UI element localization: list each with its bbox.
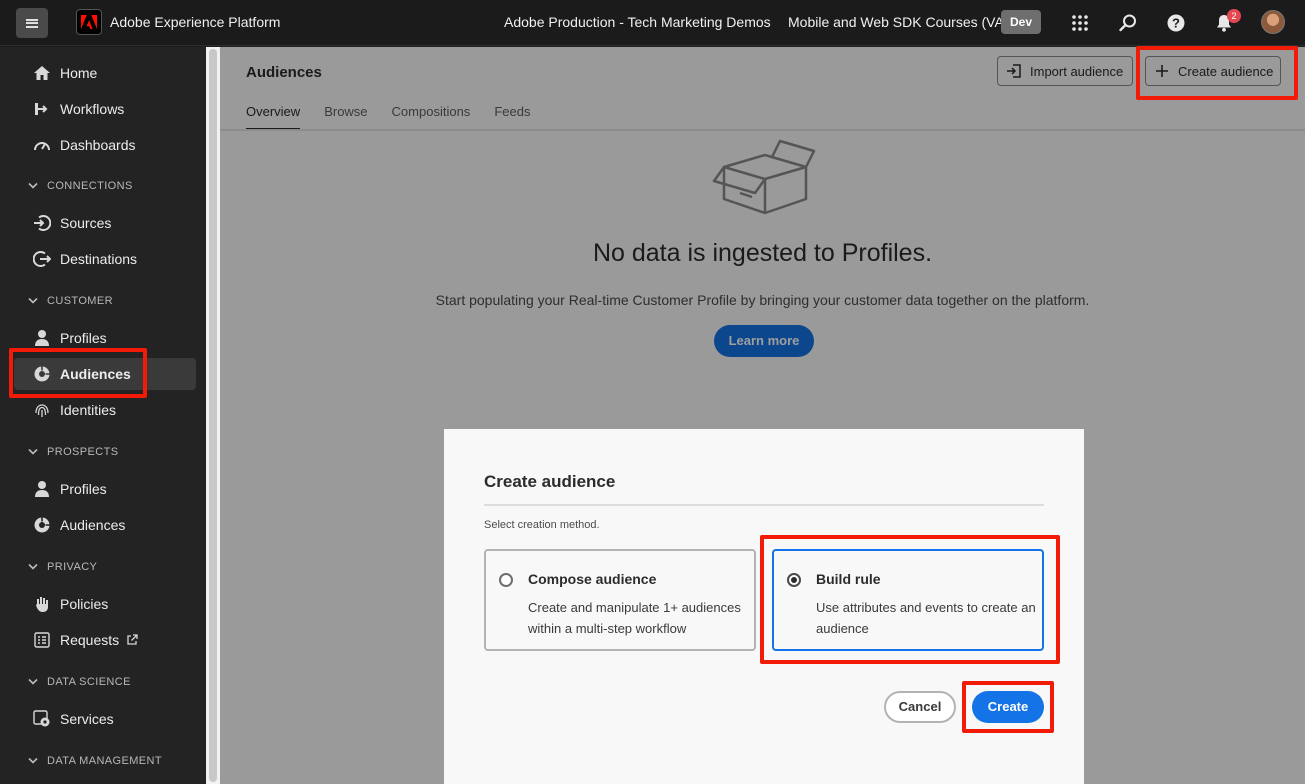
chevron-down-icon [28,563,38,570]
apps-grid-icon[interactable] [1069,12,1091,34]
user-avatar[interactable] [1261,10,1285,34]
notification-count-badge: 2 [1227,9,1241,23]
sources-icon [32,213,52,233]
option-description: Create and manipulate 1+ audiences withi… [528,600,741,636]
help-icon[interactable]: ? [1165,12,1187,34]
option-title: Build rule [816,571,881,587]
sidebar-item-label: Requests [60,632,120,648]
option-description: Use attributes and events to create an a… [816,600,1036,636]
sidebar-item-label: Services [60,711,114,727]
sidebar-item-identities[interactable]: Identities [14,394,196,426]
sidebar-item-label: Destinations [60,251,138,267]
chevron-down-icon [28,448,38,455]
section-customer[interactable]: CUSTOMER [26,295,113,307]
sidebar-item-audiences[interactable]: Audiences [14,358,196,390]
chevron-down-icon [28,182,38,189]
dialog-title: Create audience [484,472,616,491]
audiences-icon [32,515,52,535]
sidebar-item-label: Policies [60,596,109,612]
section-label: DATA MANAGEMENT [47,755,162,767]
hamburger-icon [26,18,38,28]
sidebar-item-profiles[interactable]: Profiles [14,322,196,354]
sidebar-item-prospect-audiences[interactable]: Audiences [14,509,196,541]
fingerprint-icon [32,400,52,420]
sidebar-item-prospect-profiles[interactable]: Profiles [14,473,196,505]
sidebar-item-workflows[interactable]: Workflows [14,93,196,125]
sidebar-item-label: Home [60,65,98,81]
sidebar-scrollbar[interactable] [206,47,220,784]
checklist-icon [32,630,52,650]
hand-icon [32,594,52,614]
sidebar-item-label: Audiences [60,366,131,382]
user-icon [32,328,52,348]
sidebar-item-label: Audiences [60,517,126,533]
search-icon[interactable] [1117,12,1139,34]
section-label: DATA SCIENCE [47,676,131,688]
sidebar-item-home[interactable]: Home [14,57,196,89]
environment-badge[interactable]: Dev [1001,10,1042,34]
section-privacy[interactable]: PRIVACY [26,561,97,573]
destinations-icon [32,249,52,269]
sidebar-item-services[interactable]: Services [14,703,196,735]
option-compose-audience[interactable]: Compose audience Create and manipulate 1… [484,549,756,651]
chevron-down-icon [28,297,38,304]
services-gear-icon [32,709,52,729]
dialog-divider [484,504,1044,506]
gauge-icon [32,135,52,155]
section-label: PROSPECTS [47,446,119,458]
home-icon [32,63,52,83]
section-label: PRIVACY [47,561,98,573]
org-switcher[interactable]: Adobe Production - Tech Marketing Demos [504,14,771,30]
chevron-down-icon [28,678,38,685]
sidebar-item-sources[interactable]: Sources [14,207,196,239]
sandbox-switcher[interactable]: Mobile and Web SDK Courses (VA7) [788,14,1016,30]
sidebar-nav: Home Workflows Dashboards CONNECTIONS So… [0,47,206,784]
audiences-icon [32,364,52,384]
sidebar-item-policies[interactable]: Policies [14,588,196,620]
build-rule-radio[interactable] [787,573,801,587]
menu-button[interactable] [16,8,48,38]
chevron-down-icon [28,757,38,764]
create-button[interactable]: Create [972,691,1044,723]
sidebar-item-label: Profiles [60,481,107,497]
scrollbar-thumb[interactable] [209,49,217,782]
section-label: CONNECTIONS [47,180,133,192]
sidebar-item-label: Dashboards [60,137,136,153]
create-audience-dialog: Create audience Select creation method. … [444,429,1084,784]
section-data-science[interactable]: DATA SCIENCE [26,676,131,688]
top-bar: Adobe Experience Platform Adobe Producti… [0,0,1305,46]
option-title: Compose audience [528,571,657,587]
svg-text:?: ? [1172,16,1180,31]
sidebar-item-destinations[interactable]: Destinations [14,243,196,275]
sidebar-item-requests[interactable]: Requests [14,624,196,656]
section-data-management[interactable]: DATA MANAGEMENT [26,755,162,767]
sidebar-item-label: Sources [60,215,112,231]
sidebar-item-label: Workflows [60,101,125,117]
adobe-logo-icon[interactable] [76,9,102,35]
sidebar-item-label: Identities [60,402,117,418]
external-link-icon [127,634,138,645]
cancel-button[interactable]: Cancel [884,691,956,723]
section-connections[interactable]: CONNECTIONS [26,180,133,192]
section-prospects[interactable]: PROSPECTS [26,446,118,458]
compose-radio[interactable] [499,573,513,587]
creation-method-label: Select creation method. [484,519,600,531]
workflows-icon [32,99,52,119]
sidebar-item-dashboards[interactable]: Dashboards [14,129,196,161]
user-icon [32,479,52,499]
app-title[interactable]: Adobe Experience Platform [110,14,280,30]
section-label: CUSTOMER [47,295,113,307]
option-build-rule[interactable]: Build rule Use attributes and events to … [772,549,1044,651]
sidebar-item-label: Profiles [60,330,107,346]
